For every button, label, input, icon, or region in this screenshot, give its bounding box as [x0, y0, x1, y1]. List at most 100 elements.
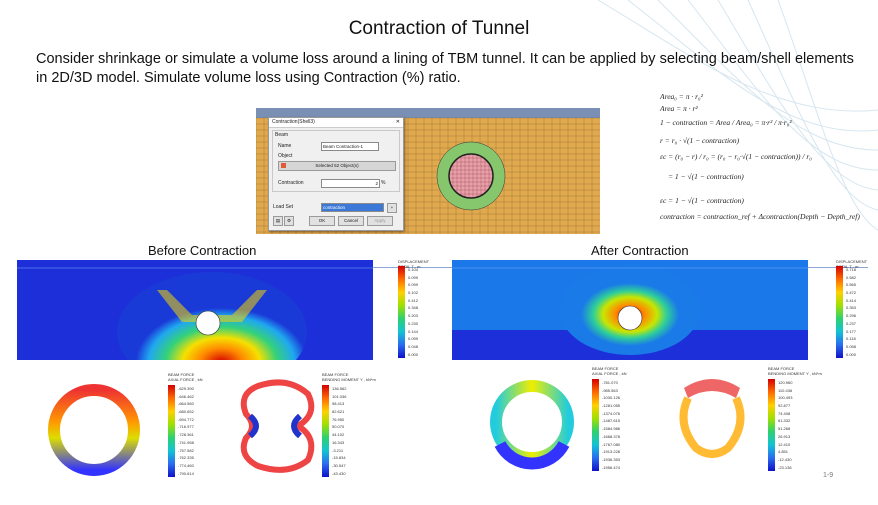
legend-value: 0.099: [408, 282, 419, 288]
bending-shape-before: [240, 379, 315, 473]
legend-value: 0.144: [408, 328, 419, 334]
legend-value: 0.048: [408, 343, 419, 349]
formula-line: = 1 − √(1 − contraction): [668, 172, 744, 181]
legend-value: -1584.986: [602, 426, 621, 432]
legend-value: 98.413: [332, 401, 345, 407]
legend-value: -1956.474: [602, 464, 621, 470]
legend-value: 0.000: [846, 351, 857, 357]
legend-value: 92.877: [778, 403, 791, 409]
legend-value: -1936.353: [602, 456, 621, 462]
after-contour-image: [452, 260, 808, 360]
legend-value: -1913.228: [602, 449, 621, 455]
legend-value: -3.211: [332, 447, 344, 453]
object-selection-icon: [281, 163, 286, 168]
object-label: Object: [278, 153, 293, 159]
legend-color-bar: [322, 385, 329, 477]
after-contraction-label: After Contraction: [591, 243, 689, 258]
formula-line: εc = (r₀ − r) / r₀ = (r₀ − r₀·√(1 − cont…: [660, 152, 812, 161]
legend-value: -1487.615: [602, 418, 621, 424]
force-legend-title: BEAM FORCE AXIAL FORCE , kN: [592, 366, 627, 376]
legend-value: 0.177: [846, 328, 857, 334]
legend-value: -790.614: [178, 470, 194, 476]
legend-value: -23.136: [778, 464, 792, 470]
after-contour-plot: [452, 260, 808, 360]
load-set-label: Load Set: [273, 204, 294, 210]
legend-value: 26.913: [778, 433, 791, 439]
legend-value: -1030.126: [602, 395, 621, 401]
force-legend-title: BEAM FORCE BENDING MOMENT Y , kN*m: [322, 372, 376, 382]
legend-value: 82.621: [332, 409, 345, 415]
legend-color-bar: [592, 379, 599, 471]
contraction-label: Contraction: [278, 180, 304, 186]
legend-value: -728.361: [178, 432, 194, 438]
apply-button[interactable]: Apply: [367, 216, 393, 226]
legend-value: 136.562: [332, 386, 347, 391]
legend-value: -629.390: [178, 386, 194, 391]
legend-value: -781.070: [602, 380, 618, 385]
after-legend: DISPLACEMENT TOTAL T , m 0.7180.5820.565…: [836, 259, 876, 359]
force-legend: BEAM FORCE AXIAL FORCE , kN -629.390 -646.…: [168, 372, 218, 478]
legend-value: 16.343: [332, 439, 345, 445]
contraction-unit: %: [381, 180, 386, 186]
before-contour-plot: [17, 260, 373, 360]
legend-value: 101.036: [332, 393, 347, 399]
table-icon[interactable]: ▤: [273, 216, 283, 226]
force-legend: BEAM FORCE BENDING MOMENT Y , kN*m 120.96…: [768, 366, 822, 472]
legend-value: -741.958: [178, 439, 194, 445]
settings-icon[interactable]: ⚙: [284, 216, 294, 226]
before-contraction-label: Before Contraction: [148, 243, 257, 258]
legend-value: 0.414: [846, 297, 857, 303]
legend-value: -762.335: [178, 455, 194, 461]
legend-color-bar: [168, 385, 175, 477]
load-set-select[interactable]: contraction: [321, 203, 384, 212]
force-legend: BEAM FORCE BENDING MOMENT Y , kN*m 136.56…: [322, 372, 376, 478]
legend-value: 0.099: [408, 336, 419, 342]
legend-value: 0.058: [846, 343, 857, 349]
legend-value: -664.560: [178, 401, 194, 407]
name-field[interactable]: Beam Contraction-1: [321, 142, 379, 151]
legend-value: 0.582: [846, 274, 857, 280]
contraction-dialog: Contraction(Shell3) ✕ Beam Name Beam Con…: [268, 117, 404, 231]
formula-line: εc = 1 − √(1 − contraction): [660, 196, 744, 205]
legend-value: 51.268: [778, 426, 791, 432]
cancel-button[interactable]: Cancel: [338, 216, 364, 226]
force-legend: BEAM FORCE AXIAL FORCE , kN -781.070 -985.…: [592, 366, 642, 472]
formula-line: Area₀ = π · r₀²: [660, 92, 703, 101]
axial-ring-after: [490, 380, 574, 470]
legend-value: -774.460: [178, 462, 194, 468]
legend-value: 0.353: [846, 305, 857, 311]
legend-value: 110.436: [778, 387, 793, 393]
name-label: Name: [278, 143, 292, 149]
dialog-titlebar: Contraction(Shell3) ✕: [269, 118, 403, 128]
legend-value: 61.332: [778, 418, 791, 424]
legend-value: 0.412: [408, 297, 419, 303]
contraction-field[interactable]: 2: [321, 179, 380, 188]
dialog-title: Contraction(Shell3): [272, 119, 315, 125]
axial-ring-before: [48, 384, 140, 476]
before-legend-values: 0.104 0.099 0.099 0.102 0.412 0.348 0.203 0.230…: [408, 267, 418, 359]
legend-value: -646.462: [178, 393, 194, 399]
legend-value: 0.102: [408, 290, 419, 296]
legend-value: -1767.080: [602, 441, 621, 447]
bending-shape-after: [679, 379, 745, 458]
legend-color-bar: [836, 266, 843, 358]
close-icon[interactable]: ✕: [396, 118, 400, 127]
select-objects-button[interactable]: Selected 52 Object(s): [278, 161, 396, 171]
legend-value: 50.070: [332, 424, 345, 430]
legend-color-bar: [398, 266, 405, 358]
legend-color-bar: [768, 379, 775, 471]
legend-value: 0.718: [846, 267, 857, 272]
ok-button[interactable]: OK: [309, 216, 335, 226]
load-set-add-button[interactable]: +: [387, 203, 397, 213]
formula-line: Area = π · r²: [660, 104, 698, 113]
after-legend-values: 0.718 0.582 0.565 0.472 0.414 0.353 0.296 0.237…: [846, 267, 856, 359]
before-contour-image: [17, 260, 373, 360]
legend-value: -757.582: [178, 447, 194, 453]
legend-value: 0.104: [408, 267, 419, 272]
legend-value: -1668.378: [602, 433, 621, 439]
legend-value: 0.203: [408, 313, 419, 319]
legend-value: 0.230: [408, 320, 419, 326]
legend-value: -30.547: [332, 462, 346, 468]
formula-line: r = r₀ · √(1 − contraction): [660, 136, 740, 145]
legend-value: 76.950: [332, 416, 345, 422]
